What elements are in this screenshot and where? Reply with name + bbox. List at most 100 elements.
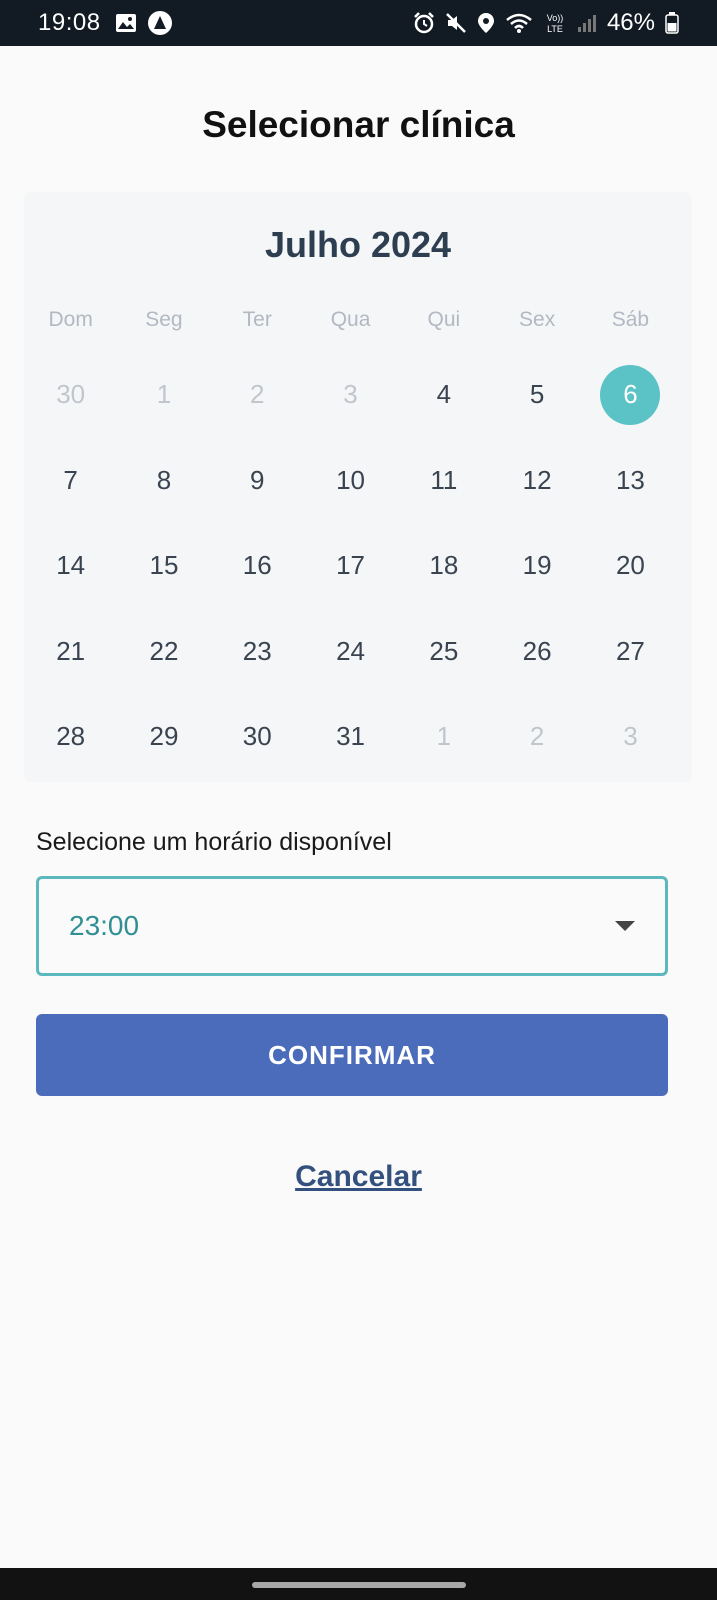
time-slot-select[interactable]: 23:00	[36, 876, 668, 976]
calendar-day[interactable]: 3	[304, 352, 397, 438]
wifi-icon	[505, 12, 533, 34]
calendar-day[interactable]: 29	[117, 694, 210, 780]
signal-icon	[577, 13, 597, 33]
calendar-day[interactable]: 30	[211, 694, 304, 780]
weekday-label: Sáb	[611, 308, 650, 331]
calendar-day[interactable]: 11	[397, 438, 490, 524]
calendar-day-number: 12	[522, 464, 552, 495]
calendar-day-number: 3	[623, 721, 638, 752]
calendar-day-number: 2	[529, 721, 545, 752]
calendar-day-number: 6	[600, 364, 661, 425]
calendar-day-number: 14	[56, 550, 86, 581]
calendar-day-number: 11	[430, 464, 458, 495]
calendar-day-number: 20	[615, 550, 645, 581]
calendar-day[interactable]: 27	[584, 609, 677, 695]
battery-percentage: 46%	[606, 9, 655, 36]
calendar-day[interactable]: 31	[304, 694, 397, 780]
calendar-day[interactable]: 19	[490, 523, 583, 609]
calendar-day[interactable]: 12	[490, 438, 583, 524]
calendar-day-number: 18	[429, 550, 459, 581]
calendar-day-number: 13	[615, 464, 645, 495]
status-bar: 19:08 Vo)) LTE 46%	[0, 0, 717, 46]
calendar-day[interactable]: 16	[211, 523, 304, 609]
calendar-day[interactable]: 1	[117, 352, 210, 438]
status-time: 19:08	[38, 9, 101, 36]
calendar-day[interactable]: 3	[584, 694, 677, 780]
volte-icon: Vo)) LTE	[543, 11, 567, 35]
calendar-day[interactable]: 22	[117, 609, 210, 695]
home-gesture-handle[interactable]	[252, 1582, 466, 1588]
calendar-day[interactable]: 4	[397, 352, 490, 438]
calendar-day[interactable]: 5	[490, 352, 583, 438]
weekday-label: Dom	[48, 308, 93, 331]
calendar-day-number: 10	[336, 464, 365, 495]
calendar-day-number: 28	[56, 721, 86, 752]
calendar-day-number: 7	[63, 464, 78, 495]
calendar-day-number: 29	[149, 721, 179, 752]
calendar-day-selected[interactable]: 6	[584, 352, 677, 438]
calendar-day[interactable]: 2	[211, 352, 304, 438]
mute-icon	[445, 12, 467, 34]
cancel-link[interactable]: Cancelar	[0, 1160, 717, 1194]
calendar-day-number: 4	[436, 379, 452, 410]
calendar-day-number: 23	[242, 635, 272, 666]
calendar-day[interactable]: 8	[117, 438, 210, 524]
calendar-day[interactable]: 9	[211, 438, 304, 524]
calendar-day-number: 22	[149, 635, 179, 666]
calendar-day-number: 1	[156, 379, 172, 410]
calendar-day-number: 25	[429, 635, 459, 666]
svg-text:LTE: LTE	[547, 24, 563, 34]
calendar-day[interactable]: 26	[490, 609, 583, 695]
calendar-day[interactable]: 7	[24, 438, 117, 524]
calendar-day-number: 19	[522, 550, 552, 581]
alarm-icon	[413, 12, 435, 34]
calendar-day[interactable]: 25	[397, 609, 490, 695]
calendar-day-grid: 30 1 2 3 4 5 6 7 8 9 10 11 12 13 14 15 16 17 18 19 20 21 22 23 2…	[24, 352, 692, 780]
calendar-day[interactable]: 28	[24, 694, 117, 780]
calendar-day-number: 8	[156, 464, 172, 495]
calendar-day[interactable]: 14	[24, 523, 117, 609]
calendar-day-number: 30	[56, 379, 86, 410]
image-icon	[115, 13, 137, 33]
calendar-day[interactable]: 30	[24, 352, 117, 438]
weekday-label: Qui	[427, 308, 461, 331]
svg-text:Vo)): Vo))	[547, 13, 564, 23]
weekday-label: Ter	[242, 308, 272, 331]
battery-icon	[665, 12, 679, 34]
calendar-day[interactable]: 10	[304, 438, 397, 524]
location-icon	[477, 12, 495, 34]
chevron-down-icon	[615, 921, 635, 931]
calendar-day-number: 17	[336, 550, 365, 581]
calendar-weekdays: Dom Seg Ter Qua Qui Sex Sáb	[24, 308, 692, 332]
weekday-label: Qua	[330, 308, 371, 331]
calendar-day-number: 26	[522, 635, 552, 666]
calendar-day-number: 1	[436, 721, 452, 752]
calendar-day-number: 31	[336, 721, 365, 752]
calendar-day-number: 16	[242, 550, 272, 581]
calendar-day-number: 5	[529, 379, 545, 410]
calendar-day[interactable]: 24	[304, 609, 397, 695]
calendar-day[interactable]: 17	[304, 523, 397, 609]
calendar-day[interactable]: 15	[117, 523, 210, 609]
calendar-day[interactable]: 20	[584, 523, 677, 609]
time-slot-label: Selecione um horário disponível	[36, 828, 392, 856]
time-slot-selected-value: 23:00	[69, 910, 140, 941]
calendar-day-number: 21	[56, 635, 86, 666]
calendar-day-number: 2	[250, 379, 265, 410]
app-notification-icon	[147, 10, 173, 36]
calendar-day[interactable]: 23	[211, 609, 304, 695]
navigation-bar	[0, 1568, 717, 1600]
calendar-day-number: 27	[615, 635, 645, 666]
calendar-day-number: 3	[343, 379, 358, 410]
calendar-month-label: Julho 2024	[264, 224, 452, 265]
calendar-day[interactable]: 21	[24, 609, 117, 695]
calendar-day[interactable]: 18	[397, 523, 490, 609]
calendar-day-number: 24	[336, 635, 365, 666]
calendar-day-number: 9	[250, 464, 265, 495]
confirm-button[interactable]: CONFIRMAR	[36, 1014, 668, 1096]
calendar-day[interactable]: 2	[490, 694, 583, 780]
weekday-label: Seg	[145, 308, 183, 331]
calendar-day[interactable]: 13	[584, 438, 677, 524]
calendar-day[interactable]: 1	[397, 694, 490, 780]
calendar: Julho 2024 Dom Seg Ter Qua Qui Sex Sáb 30 1 2 3 4 5…	[24, 192, 692, 782]
